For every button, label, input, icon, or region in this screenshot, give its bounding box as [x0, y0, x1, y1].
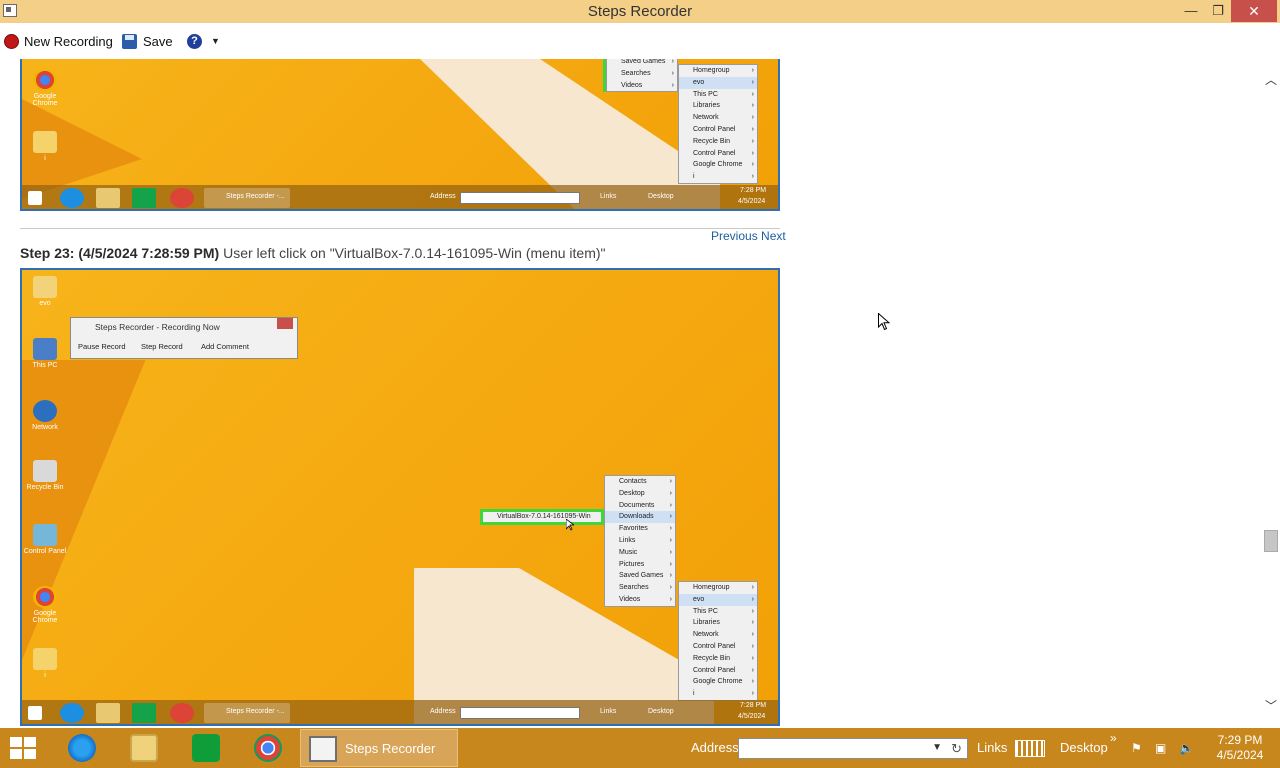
mouse-cursor-icon [878, 313, 890, 331]
help-button[interactable]: ? ▼ [187, 32, 220, 50]
highlight-box: VirtualBox-7.0.14-161095-Win [480, 509, 604, 525]
steps-recorder-app: Steps Recorder — ❐ ✕ New Recording Save … [0, 0, 1280, 768]
scroll-down-icon[interactable]: ﹀ [1265, 697, 1277, 714]
toolbar: New Recording Save ? ▼ [0, 23, 1280, 59]
volume-muted-icon[interactable]: 🔈 [1179, 741, 1194, 755]
desktop-toolbar[interactable]: Desktop [1060, 740, 1108, 755]
keyboard-icon[interactable] [1015, 740, 1045, 757]
refresh-icon[interactable]: ↻ [951, 741, 962, 757]
toolbar-overflow[interactable]: » [1110, 731, 1117, 745]
taskbar-internet-explorer[interactable] [54, 730, 109, 766]
vertical-scrollbar[interactable]: ︿ ﹀ [1262, 59, 1280, 717]
step-navigation: Previous Next [711, 229, 786, 243]
screenshot-start-menu: Homegroup evo This PC Libraries Network … [678, 64, 758, 184]
taskbar-chrome[interactable] [240, 730, 295, 766]
start-button[interactable] [10, 737, 36, 759]
desktop-icon-this-pc: This PC [22, 338, 68, 369]
next-link[interactable]: Next [761, 229, 786, 243]
store-icon [192, 734, 220, 762]
screenshot-upper-menu: Saved Games Searches Videos [606, 59, 678, 93]
desktop-icon-control-panel: Control Panel [22, 524, 68, 555]
restore-button[interactable]: ❐ [1203, 0, 1233, 22]
scroll-thumb[interactable] [1264, 530, 1278, 552]
chevron-down-icon[interactable]: ▼ [211, 36, 220, 46]
save-button[interactable]: Save [122, 32, 173, 50]
system-clock[interactable]: 7:29 PM 4/5/2024 [1205, 733, 1275, 763]
desktop-icon-evo: evo [22, 276, 68, 307]
record-icon [4, 33, 19, 49]
desktop-icon-recycle-bin: Recycle Bin [22, 460, 68, 491]
desktop-icon-google-chrome: Google Chrome [22, 586, 68, 624]
internet-explorer-icon [68, 734, 96, 762]
close-button[interactable]: ✕ [1231, 0, 1277, 22]
minimize-button[interactable]: — [1176, 0, 1206, 22]
windows-taskbar: Steps Recorder Address ▼ ↻ Links Desktop… [0, 728, 1280, 768]
links-toolbar[interactable]: Links [977, 740, 1007, 755]
previous-link[interactable]: Previous [711, 229, 758, 243]
taskbar-steps-recorder[interactable]: Steps Recorder [300, 729, 458, 767]
desktop-icon-folder: i [22, 648, 68, 679]
mini-cursor-icon [566, 519, 574, 531]
mini-recorder-window: Steps Recorder - Recording Now Pause Rec… [70, 317, 298, 359]
new-recording-button[interactable]: New Recording [4, 32, 113, 50]
desktop-icon-network: Network [22, 400, 68, 431]
steps-recorder-icon [309, 736, 337, 762]
save-label: Save [143, 33, 173, 49]
clock-date: 4/5/2024 [1216, 748, 1264, 762]
step-22-screenshot: Google Chrome i Saved Games Searches Vid… [20, 59, 780, 211]
taskbar-file-explorer[interactable] [116, 730, 171, 766]
step-23-description: User left click on "VirtualBox-7.0.14-16… [219, 245, 606, 261]
clock-time: 7:29 PM [1217, 733, 1263, 747]
scroll-up-icon[interactable]: ︿ [1265, 71, 1277, 88]
desktop-icon-folder: i [22, 131, 68, 162]
network-icon[interactable]: ▣ [1155, 741, 1169, 755]
address-input[interactable]: ▼ ↻ [738, 738, 968, 759]
folder-icon [130, 734, 158, 762]
window-title: Steps Recorder [587, 3, 693, 20]
new-recording-label: New Recording [24, 33, 113, 49]
title-bar: Steps Recorder — ❐ ✕ [0, 0, 1280, 23]
step-23-title: Step 23: (4/5/2024 7:28:59 PM) User left… [20, 245, 606, 261]
chrome-icon [254, 734, 282, 762]
screenshot-taskbar: Steps Recorder -... Address Links Deskto… [22, 700, 778, 724]
steps-content: Google Chrome i Saved Games Searches Vid… [0, 59, 1280, 728]
chevron-down-icon[interactable]: ▼ [932, 742, 942, 753]
flag-icon[interactable]: ⚑ [1131, 741, 1145, 755]
address-label: Address [691, 740, 739, 755]
screenshot-submenu: Contacts Desktop Documents Downloads Fav… [604, 475, 676, 607]
floppy-disk-icon [122, 33, 137, 49]
step-23-screenshot: evo This PC Network Recycle Bin Control … [20, 268, 780, 726]
desktop-icon-google-chrome: Google Chrome [22, 69, 68, 107]
screenshot-start-menu: Homegroup evo This PC Libraries Network … [678, 581, 758, 701]
help-icon: ? [187, 33, 202, 49]
taskbar-store[interactable] [178, 730, 233, 766]
step-divider [20, 228, 780, 229]
step-23-heading: Step 23: (4/5/2024 7:28:59 PM) [20, 245, 220, 261]
screenshot-taskbar: Steps Recorder -... Address Links Deskto… [22, 185, 778, 209]
